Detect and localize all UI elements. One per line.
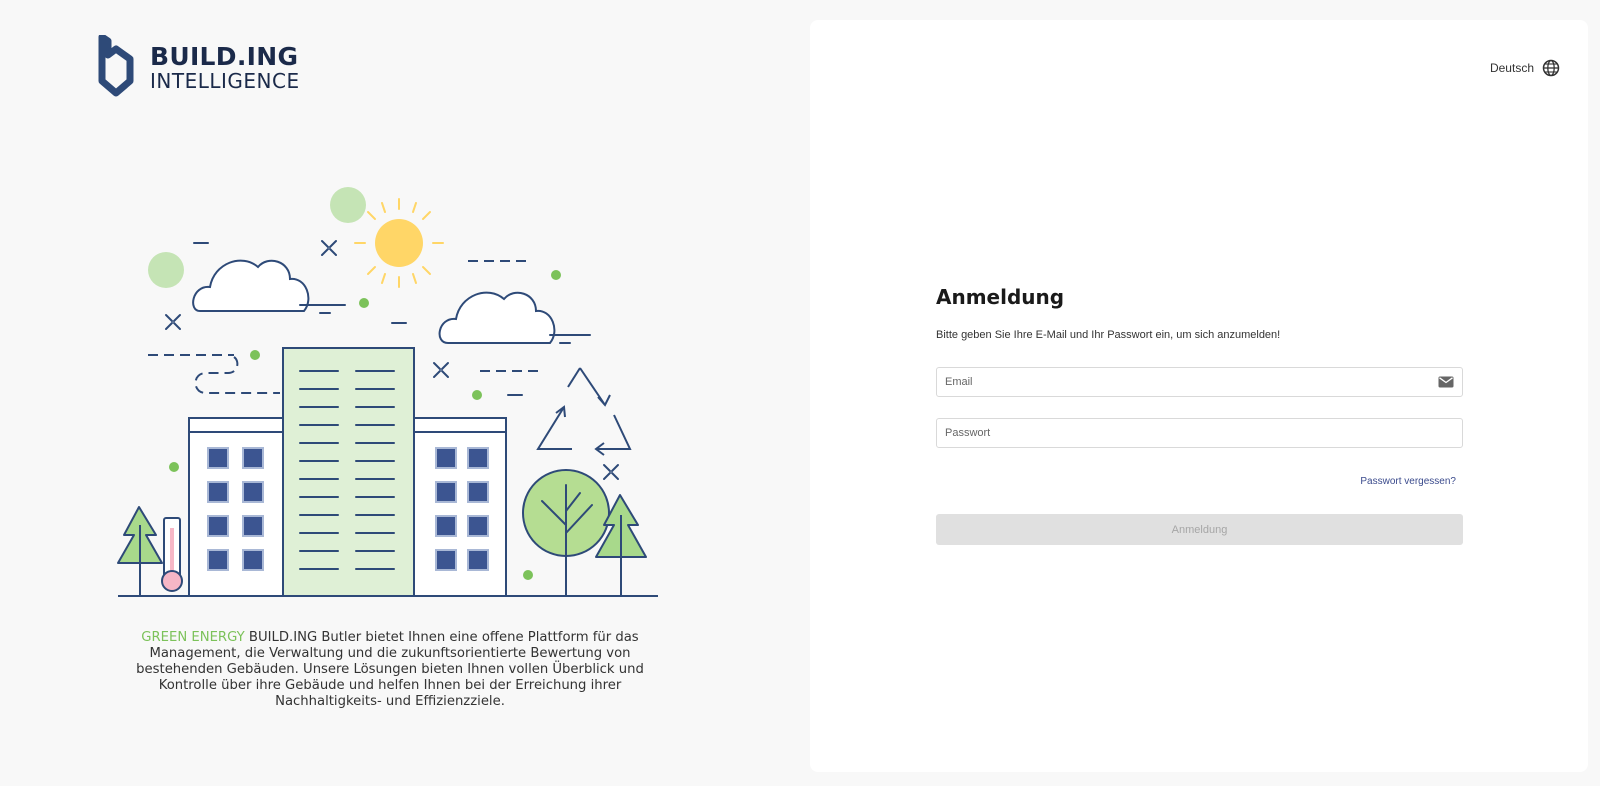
email-field-container	[936, 367, 1463, 397]
logo-mark-icon	[98, 35, 134, 97]
password-input[interactable]	[945, 427, 1454, 439]
logo-name-line1: BUILD.ING	[150, 41, 299, 71]
email-input[interactable]	[945, 376, 1438, 388]
login-title: Anmeldung	[936, 285, 1065, 309]
language-label: Deutsch	[1489, 61, 1534, 75]
promo-text: GREEN ENERGY BUILD.ING Butler bietet Ihn…	[110, 630, 670, 710]
login-card: Deutsch Anmeldung Bitte geben Sie Ihre E…	[810, 20, 1588, 772]
branding-panel: BUILD.ING INTELLIGENCE GREEN ENERGY BUIL…	[0, 0, 800, 786]
logo-name-line2: INTELLIGENCE	[150, 68, 300, 93]
login-subtitle: Bitte geben Sie Ihre E-Mail und Ihr Pass…	[936, 329, 1281, 341]
promo-accent-text: GREEN ENERGY	[141, 630, 245, 645]
language-selector[interactable]: Deutsch	[1490, 59, 1560, 77]
login-form: Anmeldung Bitte geben Sie Ihre E-Mail un…	[936, 285, 1463, 545]
forgot-password-link[interactable]: Passwort vergessen?	[936, 476, 1456, 487]
green-building-illustration	[117, 187, 658, 597]
globe-icon	[1542, 59, 1560, 77]
mail-icon	[1438, 376, 1454, 388]
login-submit-button[interactable]: Anmeldung	[936, 514, 1463, 545]
company-logo[interactable]: BUILD.ING INTELLIGENCE	[94, 35, 300, 99]
password-field-container	[936, 418, 1463, 448]
